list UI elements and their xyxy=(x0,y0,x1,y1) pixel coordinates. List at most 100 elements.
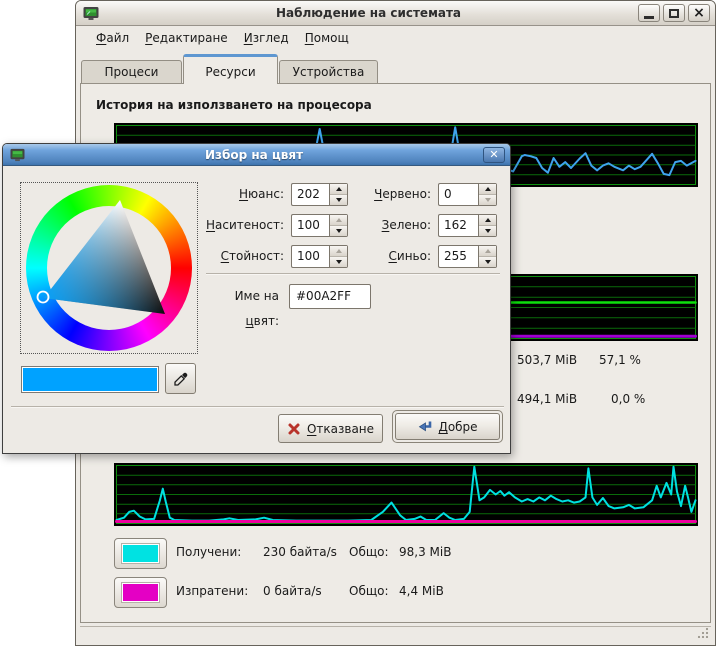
received-total-label: Общо: xyxy=(349,545,389,559)
cpu-section-title: История на използването на процесора xyxy=(96,98,372,112)
hue-label: Нюанс: xyxy=(181,183,284,206)
received-color-swatch xyxy=(122,544,159,563)
dialog-title: Избор на цвят xyxy=(25,148,483,162)
value-spinbox[interactable]: 100 xyxy=(291,245,348,268)
memory-used-value: 503,7 MiB xyxy=(517,353,577,367)
desktop: Наблюдение на системата × Файл Редактира… xyxy=(0,0,717,647)
blue-value[interactable]: 255 xyxy=(438,245,478,268)
value-value[interactable]: 100 xyxy=(291,245,329,268)
swap-used-percent: 0,0 % xyxy=(611,392,645,406)
saturation-label: Наситеност: xyxy=(181,214,284,237)
swap-used-value: 494,1 MiB xyxy=(517,392,577,406)
statusbar xyxy=(80,626,711,642)
resize-grip[interactable] xyxy=(697,626,709,641)
menubar: Файл Редактиране Изглед Помощ xyxy=(76,26,715,50)
down-arrow-icon xyxy=(485,229,491,233)
value-label: Стойност: xyxy=(181,245,284,268)
blue-label: Синьо: xyxy=(343,245,431,268)
eyedropper-icon xyxy=(173,371,189,387)
sent-total-label: Общо: xyxy=(349,584,389,598)
maximize-button[interactable] xyxy=(663,4,685,22)
down-arrow-icon xyxy=(485,198,491,202)
green-increment-button[interactable] xyxy=(479,215,496,226)
sent-color-swatch xyxy=(122,583,159,602)
network-history-chart xyxy=(114,463,698,526)
blue-spin-buttons xyxy=(478,245,497,268)
blue-increment-button[interactable] xyxy=(479,246,496,257)
cancel-label: Отказване xyxy=(307,422,374,436)
up-arrow-icon xyxy=(336,249,342,253)
action-separator xyxy=(11,406,504,408)
color-picker-dialog: Избор на цвят ✕ xyxy=(2,143,511,454)
ok-label: Добре xyxy=(438,420,477,434)
dialog-close-icon: ✕ xyxy=(489,148,498,161)
up-arrow-icon xyxy=(336,187,342,191)
tab-resources[interactable]: Ресурси xyxy=(183,54,278,84)
saturation-value[interactable]: 100 xyxy=(291,214,329,237)
up-arrow-icon xyxy=(485,187,491,191)
window-title: Наблюдение на системата xyxy=(99,6,638,20)
minimize-button[interactable] xyxy=(638,4,660,22)
window-controls: × xyxy=(638,4,710,22)
up-arrow-icon xyxy=(485,218,491,222)
green-label: Зелено: xyxy=(343,214,431,237)
menu-file[interactable]: Файл xyxy=(88,29,137,47)
ok-button[interactable]: Добре xyxy=(395,413,500,440)
cancel-icon xyxy=(287,422,301,436)
system-monitor-icon xyxy=(83,6,99,21)
saturation-value-triangle[interactable] xyxy=(21,183,199,355)
red-label: Червено: xyxy=(343,183,431,206)
dialog-titlebar[interactable]: Избор на цвят ✕ xyxy=(3,144,510,166)
menu-view[interactable]: Изглед xyxy=(236,29,297,47)
eyedropper-button[interactable] xyxy=(165,363,196,394)
sent-label: Изпратени: xyxy=(176,584,248,598)
color-preview xyxy=(21,366,159,393)
dialog-icon xyxy=(10,148,25,162)
tab-devices[interactable]: Устройства xyxy=(279,60,378,83)
red-spin-buttons xyxy=(478,183,497,206)
menu-edit[interactable]: Редактиране xyxy=(137,29,236,47)
received-color-button[interactable] xyxy=(114,538,167,569)
received-label: Получени: xyxy=(176,545,241,559)
green-spin-buttons xyxy=(478,214,497,237)
sent-rate: 0 байта/s xyxy=(263,584,322,598)
hue-value[interactable]: 202 xyxy=(291,183,329,206)
memory-used-percent: 57,1 % xyxy=(599,353,641,367)
red-spinbox[interactable]: 0 xyxy=(438,183,497,206)
green-value[interactable]: 162 xyxy=(438,214,478,237)
dialog-close-button[interactable]: ✕ xyxy=(483,147,505,163)
color-name-input[interactable]: #00A2FF xyxy=(289,284,371,309)
green-decrement-button[interactable] xyxy=(479,226,496,236)
down-arrow-icon xyxy=(336,260,342,264)
color-wheel-frame xyxy=(20,182,198,354)
field-separator xyxy=(206,273,500,275)
red-value[interactable]: 0 xyxy=(438,183,478,206)
saturation-spinbox[interactable]: 100 xyxy=(291,214,348,237)
ok-button-ring: Добре xyxy=(392,410,503,443)
received-total: 98,3 MiB xyxy=(399,545,451,559)
down-arrow-icon xyxy=(336,229,342,233)
blue-decrement-button[interactable] xyxy=(479,257,496,267)
minimize-icon xyxy=(644,16,654,19)
titlebar[interactable]: Наблюдение на системата × xyxy=(76,1,715,26)
red-increment-button[interactable] xyxy=(479,184,496,195)
sent-color-button[interactable] xyxy=(114,577,167,608)
green-spinbox[interactable]: 162 xyxy=(438,214,497,237)
close-button[interactable]: × xyxy=(688,4,710,22)
up-arrow-icon xyxy=(485,249,491,253)
red-decrement-button[interactable] xyxy=(479,195,496,205)
tab-processes[interactable]: Процеси xyxy=(81,60,182,83)
down-arrow-icon xyxy=(485,260,491,264)
received-rate: 230 байта/s xyxy=(263,545,337,559)
color-name-label: Име на цвят: xyxy=(198,284,279,307)
down-arrow-icon xyxy=(336,198,342,202)
hue-spinbox[interactable]: 202 xyxy=(291,183,348,206)
menu-help[interactable]: Помощ xyxy=(297,29,357,47)
up-arrow-icon xyxy=(336,218,342,222)
ok-icon xyxy=(417,420,432,433)
cancel-button[interactable]: Отказване xyxy=(278,414,383,443)
sent-total: 4,4 MiB xyxy=(399,584,444,598)
close-icon: × xyxy=(693,6,705,20)
blue-spinbox[interactable]: 255 xyxy=(438,245,497,268)
maximize-icon xyxy=(669,9,679,18)
